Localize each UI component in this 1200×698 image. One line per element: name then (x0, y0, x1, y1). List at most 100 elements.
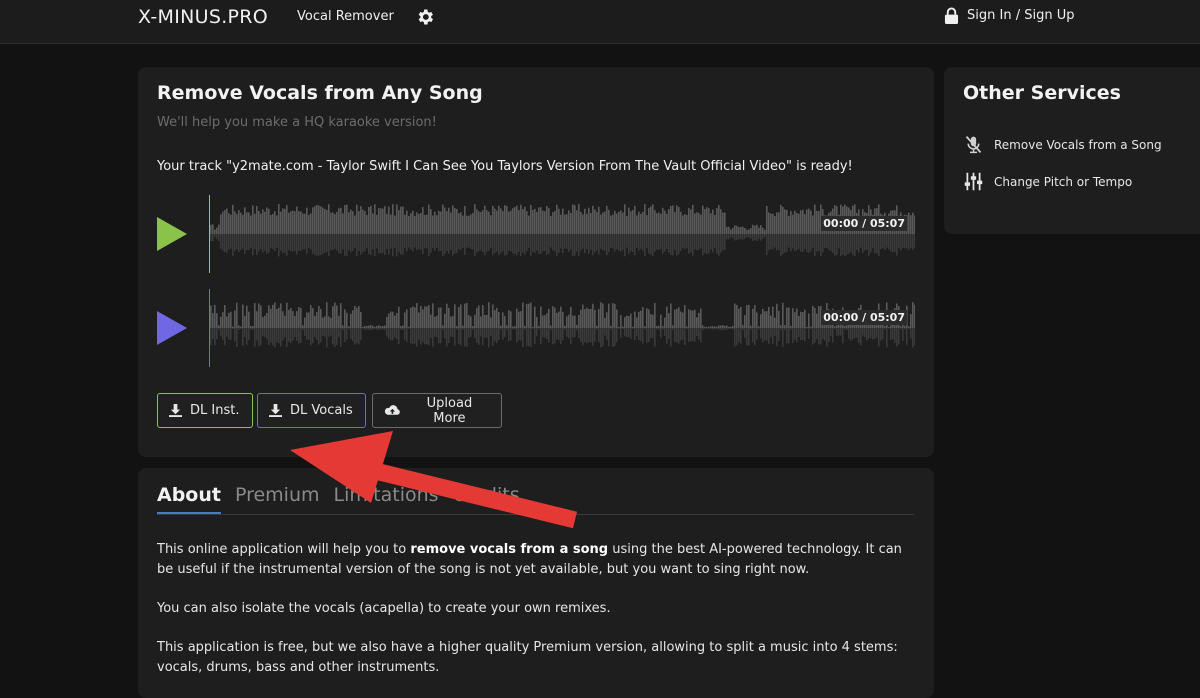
waveform-bar (218, 328, 220, 331)
waveform-bar (728, 326, 730, 328)
waveform-bar (584, 328, 586, 343)
waveform-bar (460, 234, 462, 251)
waveform-bar (430, 234, 432, 253)
button-label: Upload More (426, 395, 473, 426)
waveform-bar (550, 234, 552, 248)
download-icon (269, 404, 282, 417)
waveform-bar (484, 314, 486, 328)
waveform-bar (370, 325, 372, 328)
waveform-bar (772, 306, 774, 328)
waveform-bar (386, 316, 388, 328)
download-vocals-button[interactable]: DL Vocals (257, 393, 366, 428)
waveform-bar (280, 303, 282, 328)
waveform-bar (672, 328, 674, 330)
waveform-bar (528, 328, 530, 347)
waveform-bar (758, 227, 760, 234)
waveform-bar (386, 328, 388, 337)
waveform-bar (846, 328, 848, 331)
waveform-bar (542, 234, 544, 252)
waveform-bar (422, 207, 424, 234)
waveform-bar (328, 204, 330, 234)
service-change-pitch[interactable]: Change Pitch or Tempo (963, 171, 1132, 192)
waveform-bar (372, 213, 374, 234)
waveform-bar (790, 211, 792, 234)
waveform-bar (654, 303, 656, 328)
waveform-bar (680, 211, 682, 234)
waveform-bar (598, 328, 600, 343)
waveform-bar (862, 328, 864, 336)
waveform-bar (904, 328, 906, 330)
waveform-bar (846, 325, 848, 328)
waveform-bar (646, 328, 648, 343)
sign-in-link[interactable]: Sign In / Sign Up (944, 7, 1074, 24)
waveform-bar (494, 234, 496, 254)
waveform-bar (686, 234, 688, 249)
waveform-bar (252, 234, 254, 256)
waveform-bar (800, 210, 802, 234)
play-icon[interactable] (157, 311, 187, 345)
waveform-bar (544, 211, 546, 234)
waveform-bar (812, 328, 814, 345)
vocals-waveform[interactable]: 00:00 / 05:07 (209, 289, 915, 367)
waveform-bar (334, 302, 336, 328)
waveform-bar (710, 326, 712, 328)
waveform-bar (270, 234, 272, 249)
instrumental-waveform[interactable]: 00:00 / 05:07 (209, 195, 915, 273)
nav-vocal-remover-link[interactable]: Vocal Remover (297, 9, 394, 24)
waveform-bar (390, 234, 392, 249)
waveform-bar (778, 234, 780, 251)
waveform-bar (414, 215, 416, 234)
waveform-bar (686, 214, 688, 234)
download-instrumental-button[interactable]: DL Inst. (157, 393, 253, 428)
tab-about[interactable]: About (157, 484, 221, 514)
waveform-bar (858, 234, 860, 253)
waveform-bar (320, 234, 322, 255)
service-remove-vocals[interactable]: Remove Vocals from a Song (963, 134, 1162, 155)
waveform-bar (522, 208, 524, 234)
waveform-bar (652, 314, 654, 328)
waveform-bar (714, 234, 716, 249)
waveform-bar (816, 328, 818, 339)
waveform-bar (428, 204, 430, 234)
waveform-bar (496, 234, 498, 252)
tab-credits[interactable]: Credits (453, 484, 520, 512)
waveform-bar (544, 315, 546, 328)
waveform-bar (608, 303, 610, 328)
waveform-bar (364, 234, 366, 252)
waveform-bar (578, 328, 580, 338)
waveform-bar (582, 328, 584, 346)
waveform-bar (544, 328, 546, 338)
waveform-bar (600, 328, 602, 348)
waveform-bar (278, 328, 280, 344)
gear-icon[interactable] (415, 7, 435, 27)
waveform-bar (456, 234, 458, 253)
waveform-bar (686, 326, 688, 328)
play-icon[interactable] (157, 217, 187, 251)
waveform-bar (524, 325, 526, 328)
waveform-bar (368, 328, 370, 330)
tab-premium[interactable]: Premium (235, 484, 320, 512)
waveform-bar (228, 312, 230, 328)
waveform-bar (292, 234, 294, 252)
waveform-bar (232, 234, 234, 256)
waveform-bar (636, 328, 638, 336)
waveform-bar (554, 307, 556, 328)
waveform-bar (514, 234, 516, 255)
waveform-bar (308, 328, 310, 340)
waveform-bar (502, 312, 504, 328)
tab-limitations[interactable]: Limitations (334, 484, 439, 512)
waveform-bar (654, 210, 656, 234)
waveform-bar (462, 234, 464, 248)
waveform-bar (800, 328, 802, 341)
waveform-bar (282, 328, 284, 341)
upload-more-button[interactable]: Upload More (372, 393, 502, 428)
waveform-bar (574, 205, 576, 234)
waveform-bar (532, 326, 534, 328)
waveform-bar (458, 328, 460, 344)
waveform-bar (690, 209, 692, 234)
site-logo[interactable]: X-MINUS.PRO (138, 6, 268, 28)
waveform-bar (780, 328, 782, 331)
waveform-bar (216, 227, 218, 234)
waveform-bar (708, 328, 710, 329)
waveform-bar (798, 213, 800, 234)
